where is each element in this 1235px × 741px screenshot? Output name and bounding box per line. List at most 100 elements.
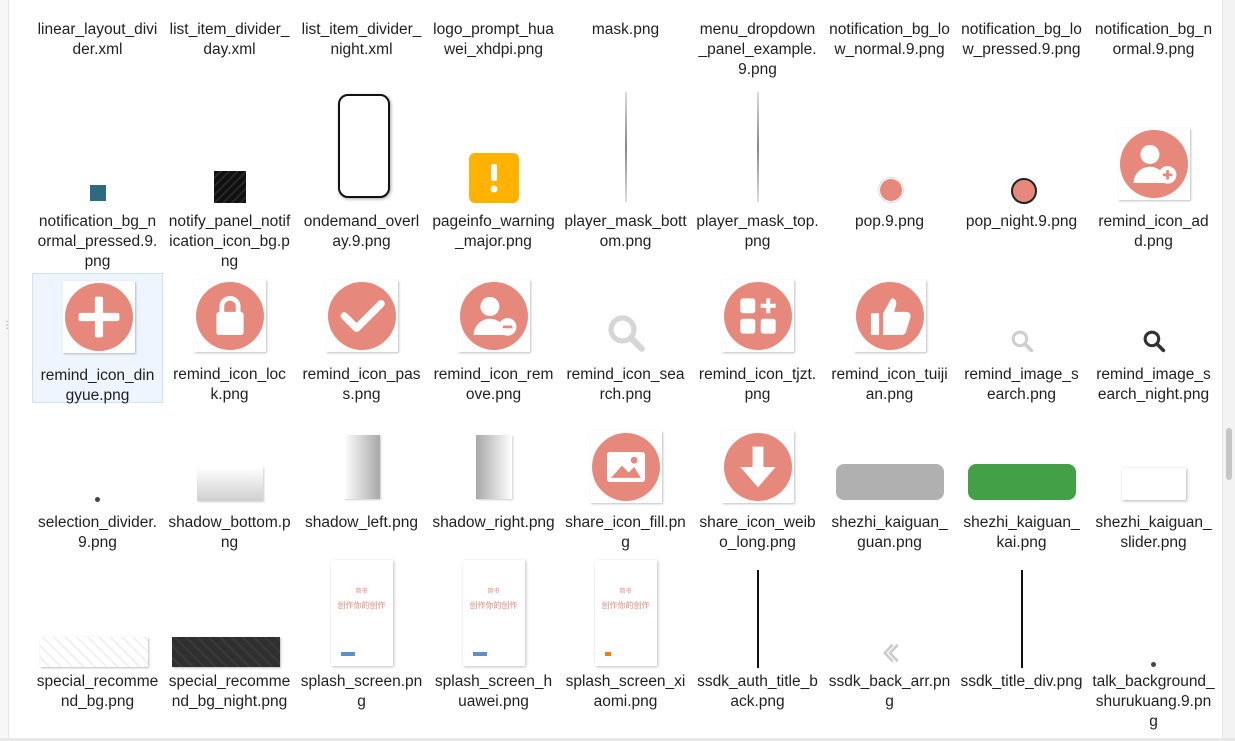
- plus-icon-thumb: [62, 281, 135, 353]
- file-item[interactable]: notification_bg_normal_pressed.9.png: [32, 80, 163, 270]
- splash-tagline: 创作你的创作: [469, 601, 518, 610]
- splash-tagline: 创作你的创作: [601, 601, 650, 610]
- file-name-label: list_item_divider_night.xml: [301, 21, 422, 58]
- file-item[interactable]: shadow_right.png: [428, 425, 559, 555]
- plus-icon: [64, 283, 133, 351]
- search-icon: [607, 315, 645, 352]
- file-item[interactable]: remind_image_search_night.png: [1088, 273, 1219, 403]
- black-square-thumb: [213, 171, 246, 203]
- file-item[interactable]: shezhi_kaiguan_kai.png: [956, 425, 1087, 555]
- file-item[interactable]: share_icon_fill.png: [560, 425, 691, 555]
- file-name-label: shezhi_kaiguan_guan.png: [831, 514, 948, 551]
- file-item[interactable]: ondemand_overlay.9.png: [296, 80, 427, 270]
- file-item[interactable]: remind_image_search.png: [956, 273, 1087, 403]
- file-item[interactable]: selection_divider.9.png: [32, 425, 163, 555]
- file-name-label: shezhi_kaiguan_slider.png: [1095, 514, 1212, 551]
- file-item[interactable]: remind_icon_tjzt.png: [692, 273, 823, 403]
- file-item[interactable]: talk_background_shurukuang.9.png: [1088, 560, 1219, 740]
- search-icon: [1011, 330, 1033, 353]
- file-name-label: player_mask_bottom.png: [564, 213, 687, 250]
- file-name-label: share_icon_fill.png: [565, 514, 686, 551]
- file-item[interactable]: remind_icon_pass.png: [296, 273, 427, 403]
- file-item[interactable]: pageinfo_warning_major.png: [428, 80, 559, 270]
- file-name-label: selection_divider.9.png: [38, 514, 157, 551]
- file-name-label: notification_bg_low_normal.9.png: [829, 21, 950, 58]
- grid-icon-glyph: [739, 298, 776, 334]
- user-remove-icon-glyph: [473, 296, 516, 336]
- file-item[interactable]: 简书 创作你的创作 splash_screen_xiaomi.png: [560, 560, 691, 740]
- file-name-label: shezhi_kaiguan_kai.png: [963, 514, 1080, 551]
- divider-line-thumb: [756, 570, 759, 668]
- file-item[interactable]: notify_panel_notification_icon_bg.png: [164, 80, 295, 270]
- splash-title-small: 简书: [355, 589, 368, 595]
- switch-slider-thumb: [1121, 468, 1186, 500]
- file-name-label: talk_background_shurukuang.9.png: [1092, 673, 1215, 730]
- file-item[interactable]: shezhi_kaiguan_guan.png: [824, 425, 955, 555]
- file-item[interactable]: remind_icon_add.png: [1088, 80, 1219, 270]
- splash-screen-thumb: 简书 创作你的创作: [462, 560, 525, 666]
- lock-icon-glyph: [215, 296, 244, 336]
- file-name-label: notification_bg_low_pressed.9.png: [961, 21, 1082, 58]
- file-name-label: ssdk_auth_title_back.png: [697, 673, 818, 710]
- file-name-label: remind_icon_tjzt.png: [698, 366, 817, 403]
- file-item[interactable]: shadow_left.png: [296, 425, 427, 555]
- file-name-label: remind_icon_dingyue.png: [40, 367, 155, 404]
- vertical-scrollbar[interactable]: [1222, 0, 1235, 741]
- file-item[interactable]: ssdk_auth_title_back.png: [692, 560, 823, 740]
- file-name-label: splash_screen_huawei.png: [434, 673, 553, 710]
- check-icon: [327, 282, 396, 350]
- file-item[interactable]: player_mask_bottom.png: [560, 80, 691, 270]
- file-name-label: remind_icon_tuijian.png: [831, 366, 948, 403]
- file-item[interactable]: special_recommend_bg_night.png: [164, 560, 295, 740]
- file-item[interactable]: remind_icon_tuijian.png: [824, 273, 955, 403]
- check-icon-glyph: [340, 300, 385, 332]
- file-name-label: remind_icon_remove.png: [433, 366, 554, 403]
- file-name-label: share_icon_weibo_long.png: [699, 514, 816, 551]
- grid-icon: [723, 282, 792, 350]
- arrow-icon: [723, 433, 792, 501]
- switch-on-thumb: [967, 464, 1076, 500]
- file-item[interactable]: remind_icon_lock.png: [164, 273, 295, 403]
- file-item[interactable]: shadow_bottom.png: [164, 425, 295, 555]
- warning-icon: [468, 153, 519, 203]
- splash-footer-logo: [340, 652, 355, 656]
- file-item[interactable]: pop.9.png: [824, 80, 955, 270]
- file-item[interactable]: 简书 创作你的创作 splash_screen.png: [296, 560, 427, 740]
- file-item[interactable]: player_mask_top.png: [692, 80, 823, 270]
- file-name-label: special_recommend_bg.png: [36, 673, 159, 710]
- file-item[interactable]: remind_icon_search.png: [560, 273, 691, 403]
- file-item[interactable]: remind_icon_dingyue.png: [32, 273, 163, 404]
- file-name-label: remind_icon_search.png: [566, 366, 685, 403]
- file-item[interactable]: special_recommend_bg.png: [32, 560, 163, 740]
- user-remove-icon: [459, 282, 528, 350]
- search-icon: [1143, 330, 1165, 353]
- file-name-label: remind_image_search.png: [964, 366, 1079, 403]
- file-item[interactable]: share_icon_weibo_long.png: [692, 425, 823, 555]
- file-name-label: player_mask_top.png: [696, 213, 819, 250]
- file-item[interactable]: pop_night.9.png: [956, 80, 1087, 270]
- user-add-icon-thumb: [1117, 128, 1190, 200]
- lock-icon-thumb: [193, 280, 266, 352]
- file-name-label: menu_dropdown_panel_example.9.png: [698, 21, 817, 78]
- file-name-label: pop.9.png: [855, 213, 924, 230]
- file-item[interactable]: ssdk_title_div.png: [956, 560, 1087, 740]
- scrollbar-thumb[interactable]: [1226, 428, 1232, 480]
- file-name-label: remind_icon_pass.png: [302, 366, 421, 403]
- image-icon: [591, 433, 660, 501]
- file-item[interactable]: remind_icon_remove.png: [428, 273, 559, 403]
- check-icon-thumb: [325, 280, 398, 352]
- pattern-dark-thumb: [172, 637, 280, 667]
- file-name-label: special_recommend_bg_night.png: [168, 673, 291, 710]
- file-name-label: splash_screen.png: [300, 673, 423, 710]
- file-name-label: pageinfo_warning_major.png: [432, 213, 555, 250]
- file-name-label: notify_panel_notification_icon_bg.png: [168, 213, 291, 270]
- file-name-label: notification_bg_normal.9.png: [1094, 21, 1213, 58]
- file-item[interactable]: 简书 创作你的创作 splash_screen_huawei.png: [428, 560, 559, 740]
- file-item[interactable]: shezhi_kaiguan_slider.png: [1088, 425, 1219, 555]
- file-name-label: notification_bg_normal_pressed.9.png: [37, 213, 158, 270]
- teal-square-thumb: [89, 185, 106, 201]
- file-item[interactable]: ssdk_back_arr.png: [824, 560, 955, 740]
- thumb-icon-thumb: [853, 280, 926, 352]
- splash-footer-logo: [472, 652, 487, 656]
- mask-line-thumb: [624, 92, 627, 202]
